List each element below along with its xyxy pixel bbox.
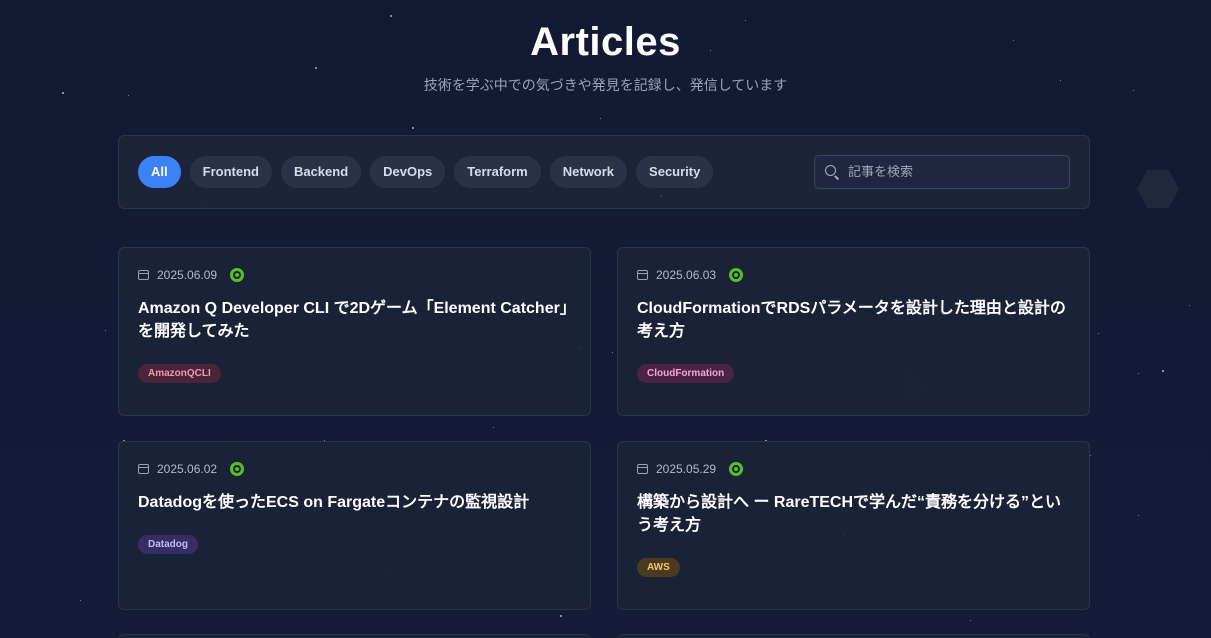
star-dot	[1189, 305, 1190, 306]
filter-chip-all[interactable]: All	[138, 156, 181, 188]
qiita-icon[interactable]	[230, 462, 245, 476]
article-card[interactable]: 2025.06.02 Datadogを使ったECS on Fargateコンテナ…	[118, 441, 591, 610]
filter-chip-security[interactable]: Security	[636, 156, 714, 188]
article-title[interactable]: Amazon Q Developer CLI で2Dゲーム「Element Ca…	[138, 297, 578, 343]
star-dot	[612, 352, 613, 353]
star-dot	[970, 620, 971, 621]
hexagon-decoration	[1137, 170, 1179, 208]
star-dot	[1098, 333, 1099, 334]
star-dot	[1162, 370, 1164, 372]
filter-chip-backend[interactable]: Backend	[280, 156, 362, 188]
qiita-icon[interactable]	[230, 268, 245, 282]
article-title[interactable]: 構築から設計へ ー RareTECHで学んだ“責務を分ける”という考え方	[637, 491, 1077, 537]
calendar-icon	[637, 464, 648, 474]
article-card-next-row[interactable]	[617, 634, 1090, 638]
filter-chip-devops[interactable]: DevOps	[370, 156, 446, 188]
star-dot	[128, 95, 129, 96]
calendar-icon	[637, 270, 648, 280]
star-dot	[560, 615, 562, 617]
article-meta: 2025.06.02	[138, 462, 245, 476]
star-dot	[315, 67, 317, 69]
article-title[interactable]: Datadogを使ったECS on Fargateコンテナの監視設計	[138, 491, 578, 514]
article-date: 2025.05.29	[656, 462, 717, 476]
search-box[interactable]	[814, 155, 1070, 189]
calendar-icon	[138, 464, 149, 474]
article-title[interactable]: CloudFormationでRDSパラメータを設計した理由と設計の考え方	[637, 297, 1077, 343]
filter-chip-frontend[interactable]: Frontend	[189, 156, 272, 188]
filter-chip-network[interactable]: Network	[549, 156, 628, 188]
page-subtitle: 技術を学ぶ中での気づきや発見を記録し、発信しています	[423, 78, 788, 94]
search-icon	[825, 165, 839, 179]
star-dot	[1138, 373, 1139, 374]
article-date: 2025.06.02	[157, 462, 218, 476]
article-tag[interactable]: Datadog	[138, 535, 198, 554]
filter-chip-terraform[interactable]: Terraform	[454, 156, 541, 188]
article-date: 2025.06.09	[157, 268, 218, 282]
article-tag[interactable]: CloudFormation	[637, 364, 735, 383]
star-dot	[600, 118, 601, 119]
category-filter-chips: All Frontend Backend DevOps Terraform Ne…	[138, 156, 714, 188]
article-card[interactable]: 2025.06.09 Amazon Q Developer CLI で2Dゲーム…	[118, 247, 591, 416]
article-date: 2025.06.03	[656, 268, 717, 282]
star-dot	[1138, 515, 1139, 516]
article-meta: 2025.05.29	[637, 462, 744, 476]
article-card[interactable]: 2025.06.03 CloudFormationでRDSパラメータを設計した理…	[617, 247, 1090, 416]
qiita-icon[interactable]	[729, 268, 744, 282]
star-dot	[1090, 455, 1091, 456]
star-dot	[80, 600, 81, 601]
star-dot	[412, 127, 414, 129]
filter-bar: All Frontend Backend DevOps Terraform Ne…	[118, 135, 1090, 209]
star-dot	[105, 330, 106, 331]
calendar-icon	[138, 270, 149, 280]
star-dot	[390, 15, 392, 17]
article-tag[interactable]: AmazonQCLI	[138, 364, 221, 383]
article-tag[interactable]: AWS	[637, 558, 680, 577]
search-input[interactable]	[848, 164, 1048, 180]
star-dot	[493, 427, 494, 428]
qiita-icon[interactable]	[729, 462, 744, 476]
article-meta: 2025.06.09	[138, 268, 245, 282]
page-title: Articles	[530, 20, 681, 64]
article-meta: 2025.06.03	[637, 268, 744, 282]
article-card[interactable]: 2025.05.29 構築から設計へ ー RareTECHで学んだ“責務を分ける…	[617, 441, 1090, 610]
article-card-next-row[interactable]	[118, 634, 591, 638]
